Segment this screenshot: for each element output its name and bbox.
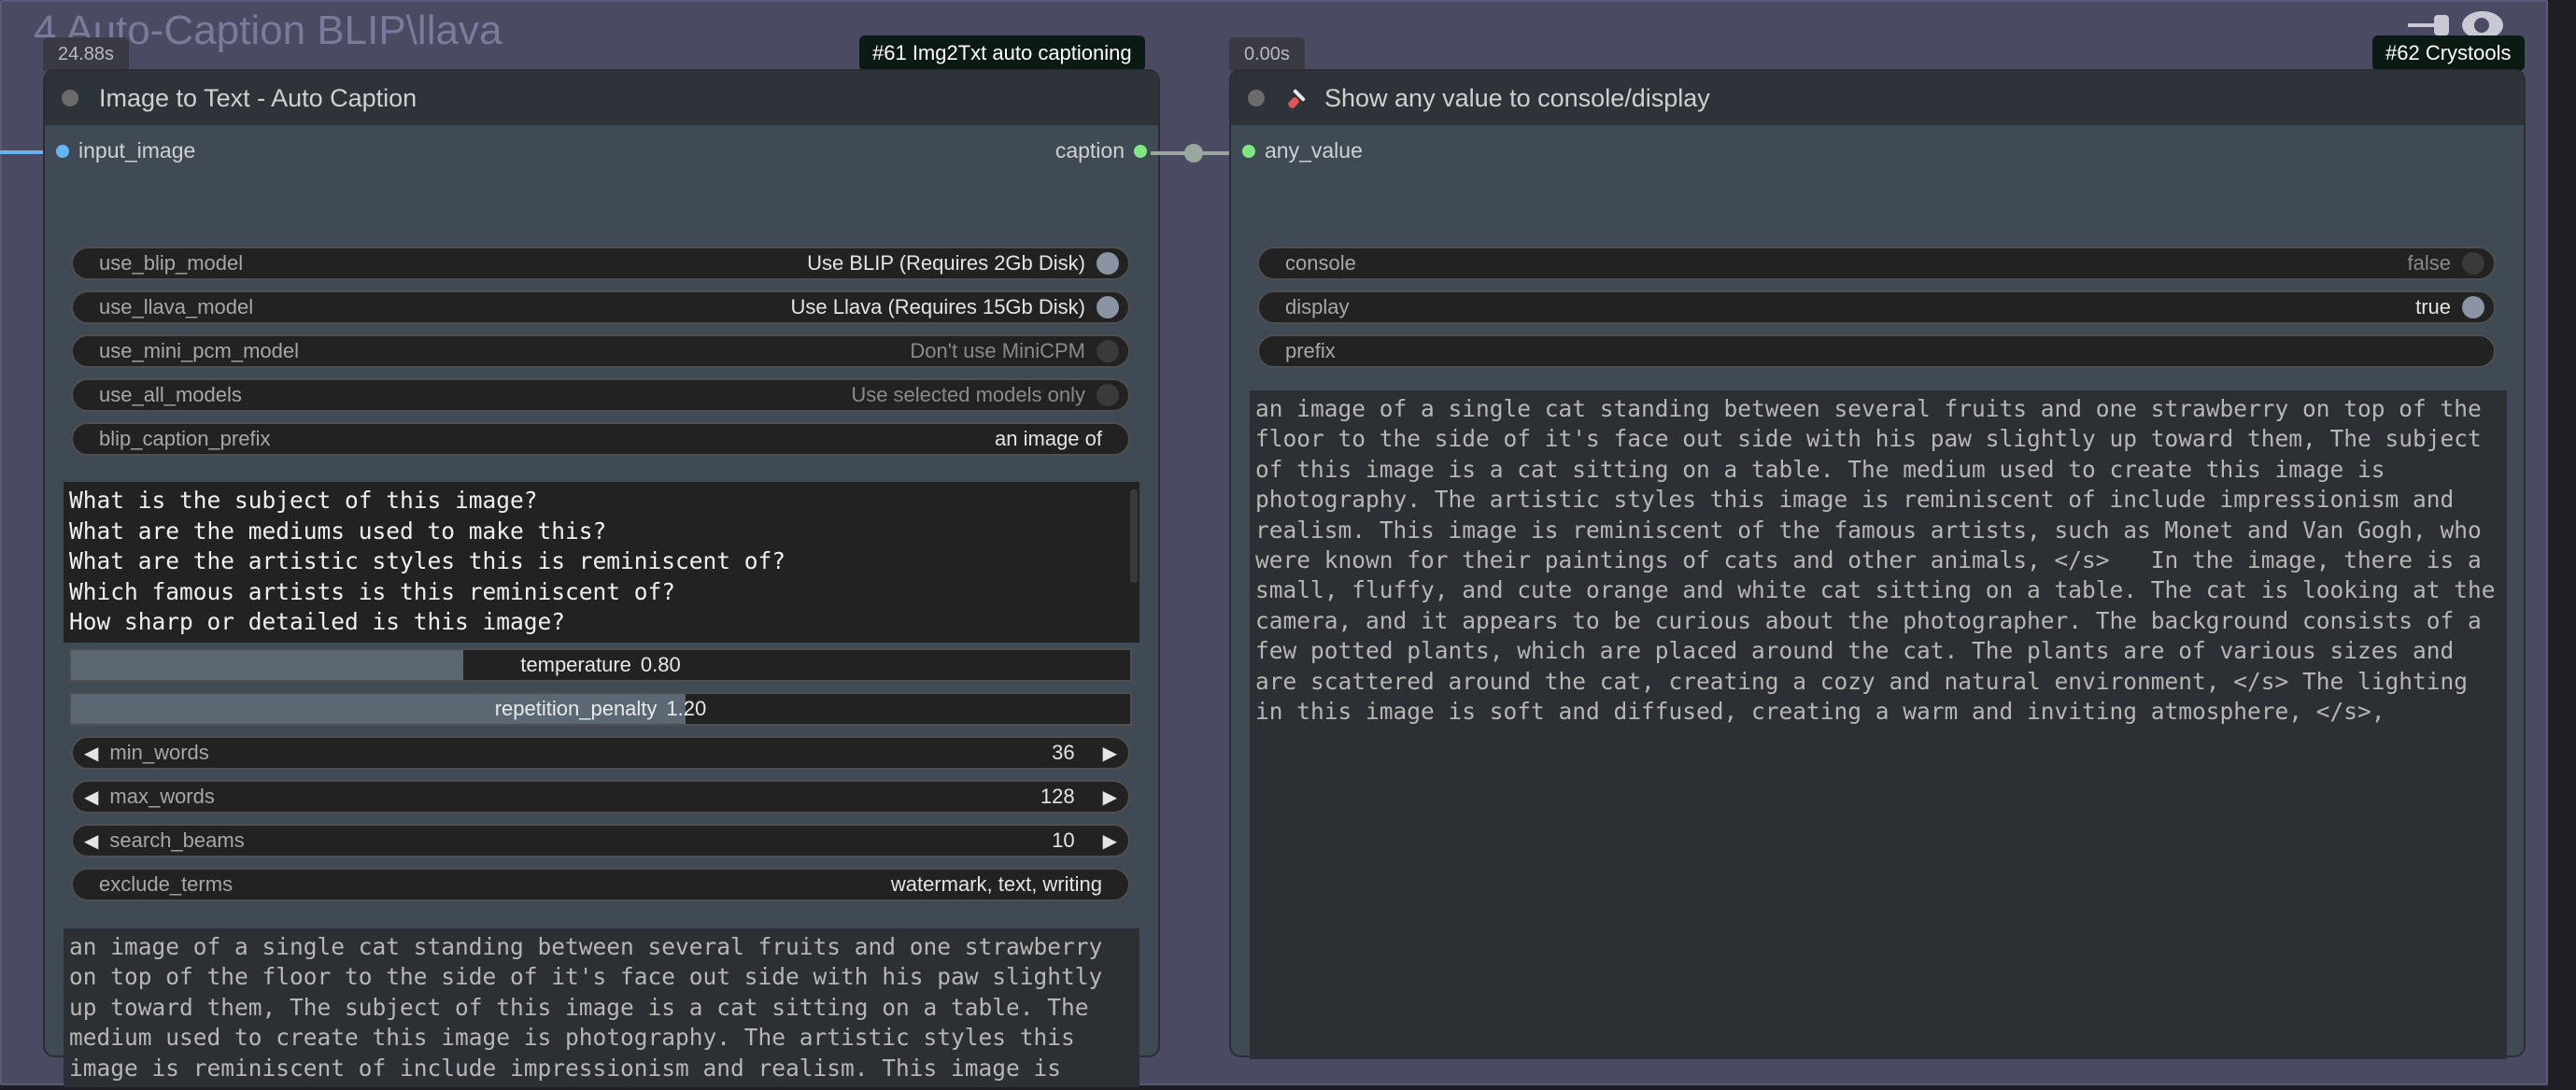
- decrement-arrow-icon[interactable]: ◀: [84, 829, 98, 853]
- pin-icon[interactable]: [2408, 13, 2449, 37]
- node62-collapse-dot[interactable]: [1248, 90, 1265, 106]
- use-llava-model-value: Use Llava (Requires 15Gb Disk): [790, 295, 1085, 319]
- questions-scrollbar[interactable]: [1130, 489, 1138, 583]
- node61-collapse-dot[interactable]: [62, 90, 78, 106]
- repetition-penalty-label: repetition_penalty: [494, 697, 658, 720]
- console-value: false: [2407, 251, 2451, 275]
- caption-dot[interactable]: [1134, 144, 1147, 158]
- link-midpoint[interactable]: [1184, 144, 1203, 163]
- display-value: true: [2415, 295, 2451, 319]
- node61-title: Image to Text - Auto Caption: [99, 83, 418, 112]
- temperature-slider[interactable]: temperature 0.80: [69, 648, 1132, 682]
- toggle-off-icon[interactable]: [2462, 252, 2484, 275]
- blip-caption-prefix-label: blip_caption_prefix: [99, 427, 271, 450]
- display-toggle[interactable]: display true: [1257, 290, 2496, 324]
- use-all-models-toggle[interactable]: use_all_models Use selected models only: [71, 378, 1130, 412]
- caption-label: caption: [1054, 138, 1125, 163]
- toggle-off-icon[interactable]: [1097, 384, 1119, 406]
- any-value-dot[interactable]: [1242, 144, 1255, 158]
- repetition-penalty-slider[interactable]: repetition_penalty 1.20: [69, 692, 1132, 726]
- node61-timing: 24.88s: [43, 37, 130, 71]
- toggle-on-icon[interactable]: [1097, 296, 1119, 319]
- blip-caption-prefix-field[interactable]: blip_caption_prefix an image of: [71, 422, 1130, 456]
- node62-badge: #62 Crystools: [2372, 35, 2525, 71]
- node61-body: input_image caption use_blip_model Use B…: [45, 125, 1158, 1087]
- toggle-on-icon[interactable]: [2462, 296, 2484, 319]
- node62-body: any_value console false display true pre…: [1231, 125, 2524, 1059]
- use-mini-pcm-model-label: use_mini_pcm_model: [99, 339, 299, 362]
- use-blip-model-toggle[interactable]: use_blip_model Use BLIP (Requires 2Gb Di…: [71, 247, 1130, 280]
- display-label: display: [1285, 295, 1350, 319]
- input-image-label: input_image: [78, 138, 196, 163]
- toggle-on-icon[interactable]: [1097, 252, 1119, 275]
- min-words-label: min_words: [109, 741, 209, 764]
- questions-textarea[interactable]: What is the subject of this image? What …: [64, 482, 1139, 643]
- node62-timing: 0.00s: [1229, 37, 1305, 71]
- console-toggle[interactable]: console false: [1257, 247, 2496, 280]
- blip-caption-prefix-value: an image of: [995, 427, 1102, 450]
- max-words-label: max_words: [109, 785, 215, 808]
- display-output-text[interactable]: an image of a single cat standing betwee…: [1250, 390, 2507, 1059]
- max-words-stepper[interactable]: ◀ max_words 128 ▶: [71, 780, 1130, 814]
- max-words-value: 128: [1040, 785, 1075, 808]
- use-blip-model-label: use_blip_model: [99, 251, 244, 275]
- node62-header[interactable]: Show any value to console/display: [1231, 71, 2524, 125]
- use-blip-model-value: Use BLIP (Requires 2Gb Disk): [807, 251, 1085, 275]
- use-mini-pcm-model-toggle[interactable]: use_mini_pcm_model Don't use MiniCPM: [71, 334, 1130, 368]
- use-all-models-value: Use selected models only: [851, 383, 1085, 406]
- input-image-slot[interactable]: input_image: [47, 138, 195, 163]
- toggle-off-icon[interactable]: [1097, 340, 1119, 362]
- exclude-terms-label: exclude_terms: [99, 872, 234, 896]
- increment-arrow-icon[interactable]: ▶: [1103, 786, 1117, 809]
- node61-header[interactable]: Image to Text - Auto Caption: [45, 71, 1158, 125]
- any-value-label: any_value: [1265, 138, 1363, 163]
- caption-slot[interactable]: caption: [1055, 138, 1156, 163]
- any-value-slot[interactable]: any_value: [1233, 138, 1363, 163]
- use-all-models-label: use_all_models: [99, 383, 242, 406]
- use-llava-model-label: use_llava_model: [99, 295, 254, 319]
- use-llava-model-toggle[interactable]: use_llava_model Use Llava (Requires 15Gb…: [71, 290, 1130, 324]
- search-beams-stepper[interactable]: ◀ search_beams 10 ▶: [71, 824, 1130, 857]
- search-beams-value: 10: [1052, 828, 1075, 852]
- min-words-stepper[interactable]: ◀ min_words 36 ▶: [71, 736, 1130, 770]
- search-beams-label: search_beams: [109, 828, 245, 852]
- console-label: console: [1285, 251, 1356, 275]
- use-mini-pcm-model-value: Don't use MiniCPM: [910, 339, 1085, 362]
- decrement-arrow-icon[interactable]: ◀: [84, 742, 98, 765]
- temperature-label: temperature: [520, 653, 631, 676]
- node61-badge: #61 Img2Txt auto captioning: [859, 35, 1145, 71]
- node62-title: Show any value to console/display: [1324, 83, 1710, 112]
- input-image-dot[interactable]: [56, 144, 69, 158]
- exclude-terms-value: watermark, text, writing: [890, 872, 1102, 896]
- exclude-terms-field[interactable]: exclude_terms watermark, text, writing: [71, 868, 1130, 901]
- caption-output-text[interactable]: an image of a single cat standing betwee…: [64, 928, 1139, 1087]
- node-img2txt[interactable]: Image to Text - Auto Caption input_image…: [45, 71, 1158, 1087]
- increment-arrow-icon[interactable]: ▶: [1103, 829, 1117, 853]
- prefix-label: prefix: [1285, 339, 1336, 362]
- repetition-penalty-value: 1.20: [666, 697, 707, 720]
- min-words-value: 36: [1052, 741, 1075, 764]
- decrement-arrow-icon[interactable]: ◀: [84, 786, 98, 809]
- temperature-value: 0.80: [640, 653, 681, 676]
- prefix-field[interactable]: prefix: [1257, 334, 2496, 368]
- paintbrush-icon: [1288, 89, 1306, 108]
- node-show-any-value[interactable]: Show any value to console/display any_va…: [1231, 71, 2524, 1059]
- increment-arrow-icon[interactable]: ▶: [1103, 742, 1117, 765]
